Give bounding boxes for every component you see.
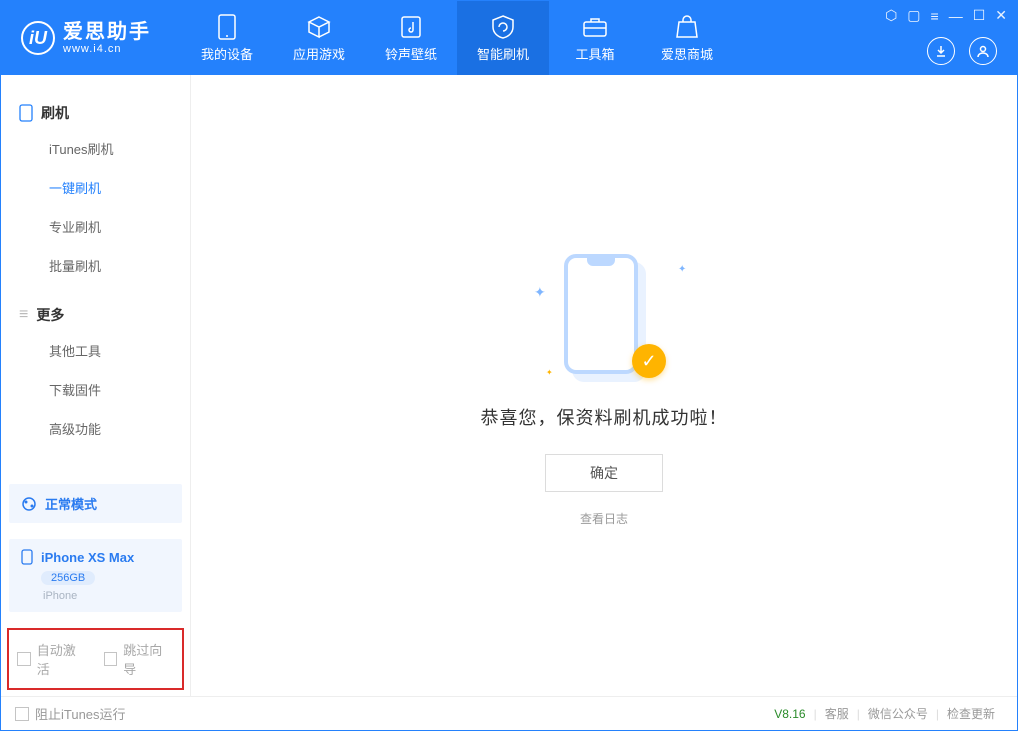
sparkle-icon: ✦ <box>546 368 552 374</box>
block-itunes-label: 阻止iTunes运行 <box>35 704 126 723</box>
checkbox-icon <box>17 652 31 666</box>
phone-icon <box>214 14 240 40</box>
app-subtitle: www.i4.cn <box>63 43 151 55</box>
sidebar-section-more: ≡ 更多 <box>1 299 190 331</box>
mode-label: 正常模式 <box>45 494 97 513</box>
menu-icon[interactable]: ≡ <box>931 8 939 24</box>
user-icon[interactable] <box>969 37 997 65</box>
check-badge-icon: ✓ <box>632 344 666 378</box>
sidebar-item-other-tools[interactable]: 其他工具 <box>1 331 190 370</box>
close-icon[interactable]: ✕ <box>995 7 1007 24</box>
tab-label: 应用游戏 <box>293 44 345 63</box>
tab-label: 铃声壁纸 <box>385 44 437 63</box>
auto-activate-label: 自动激活 <box>37 640 88 678</box>
download-icon[interactable] <box>927 37 955 65</box>
minimize-icon[interactable]: — <box>949 8 963 24</box>
device-name-label: iPhone XS Max <box>41 550 134 565</box>
logo-badge-icon: iU <box>21 21 55 55</box>
header-right-icons <box>927 37 997 65</box>
logo: iU 爱思助手 www.i4.cn <box>21 21 151 55</box>
tab-store[interactable]: 爱思商城 <box>641 1 733 75</box>
device-type: iPhone <box>43 590 170 602</box>
skip-guide-label: 跳过向导 <box>123 640 174 678</box>
success-illustration: ✓ ✦ ✦ ✦ <box>524 244 684 384</box>
app-title: 爱思助手 <box>63 21 151 43</box>
tab-ringtones[interactable]: 铃声壁纸 <box>365 1 457 75</box>
app-window: iU 爱思助手 www.i4.cn 我的设备 应用游戏 铃声壁纸 智能刷机 <box>0 0 1018 731</box>
sidebar: 刷机 iTunes刷机 一键刷机 专业刷机 批量刷机 ≡ 更多 其他工具 下载固… <box>1 75 191 696</box>
sidebar-item-advanced[interactable]: 高级功能 <box>1 409 190 448</box>
footer-update-link[interactable]: 检查更新 <box>939 705 1003 722</box>
sidebar-item-itunes-flash[interactable]: iTunes刷机 <box>1 129 190 168</box>
maximize-icon[interactable]: ☐ <box>973 7 986 24</box>
mode-icon <box>21 496 37 512</box>
main-panel: ✓ ✦ ✦ ✦ 恭喜您，保资料刷机成功啦！ 确定 查看日志 <box>191 75 1017 696</box>
tab-toolbox[interactable]: 工具箱 <box>549 1 641 75</box>
tab-my-device[interactable]: 我的设备 <box>181 1 273 75</box>
refresh-shield-icon <box>490 14 516 40</box>
skip-guide-checkbox[interactable]: 跳过向导 <box>104 640 175 678</box>
section-title: 更多 <box>36 305 64 325</box>
sidebar-item-download-fw[interactable]: 下载固件 <box>1 370 190 409</box>
phone-small-icon <box>19 104 33 122</box>
body: 刷机 iTunes刷机 一键刷机 专业刷机 批量刷机 ≡ 更多 其他工具 下载固… <box>1 75 1017 696</box>
footer-support-link[interactable]: 客服 <box>817 705 857 722</box>
header: iU 爱思助手 www.i4.cn 我的设备 应用游戏 铃声壁纸 智能刷机 <box>1 1 1017 75</box>
tab-flash[interactable]: 智能刷机 <box>457 1 549 75</box>
music-icon <box>398 14 424 40</box>
ok-button[interactable]: 确定 <box>545 454 663 492</box>
device-box[interactable]: iPhone XS Max 256GB iPhone <box>9 539 182 612</box>
feedback-icon[interactable]: ▢ <box>907 7 920 24</box>
block-itunes-checkbox[interactable]: 阻止iTunes运行 <box>15 704 126 723</box>
sidebar-section-flash: 刷机 <box>1 97 190 129</box>
mode-box[interactable]: 正常模式 <box>9 484 182 523</box>
device-phone-icon <box>21 549 33 565</box>
toolbox-icon <box>582 14 608 40</box>
shirt-icon[interactable]: ⬡ <box>885 7 897 24</box>
tab-apps[interactable]: 应用游戏 <box>273 1 365 75</box>
titlebar-controls: ⬡ ▢ ≡ — ☐ ✕ <box>885 7 1007 24</box>
version-label: V8.16 <box>774 707 813 721</box>
sidebar-item-pro-flash[interactable]: 专业刷机 <box>1 207 190 246</box>
sparkle-icon: ✦ <box>678 264 684 270</box>
list-icon: ≡ <box>19 306 28 324</box>
footer-wechat-link[interactable]: 微信公众号 <box>860 705 936 722</box>
tab-label: 爱思商城 <box>661 44 713 63</box>
sidebar-item-oneclick-flash[interactable]: 一键刷机 <box>1 168 190 207</box>
auto-activate-checkbox[interactable]: 自动激活 <box>17 640 88 678</box>
tab-label: 我的设备 <box>201 44 253 63</box>
device-capacity: 256GB <box>41 571 95 585</box>
success-message: 恭喜您，保资料刷机成功啦！ <box>481 404 728 430</box>
sidebar-item-batch-flash[interactable]: 批量刷机 <box>1 246 190 285</box>
section-title: 刷机 <box>41 103 69 123</box>
tab-label: 智能刷机 <box>477 44 529 63</box>
footer: 阻止iTunes运行 V8.16 | 客服 | 微信公众号 | 检查更新 <box>1 696 1017 730</box>
cube-icon <box>306 14 332 40</box>
header-tabs: 我的设备 应用游戏 铃声壁纸 智能刷机 工具箱 爱思商城 <box>181 1 733 75</box>
checkbox-icon <box>15 707 29 721</box>
bag-icon <box>674 14 700 40</box>
options-highlight-box: 自动激活 跳过向导 <box>7 628 184 690</box>
tab-label: 工具箱 <box>575 44 614 63</box>
sparkle-icon: ✦ <box>534 284 540 290</box>
checkbox-icon <box>104 652 118 666</box>
view-log-link[interactable]: 查看日志 <box>580 510 628 527</box>
